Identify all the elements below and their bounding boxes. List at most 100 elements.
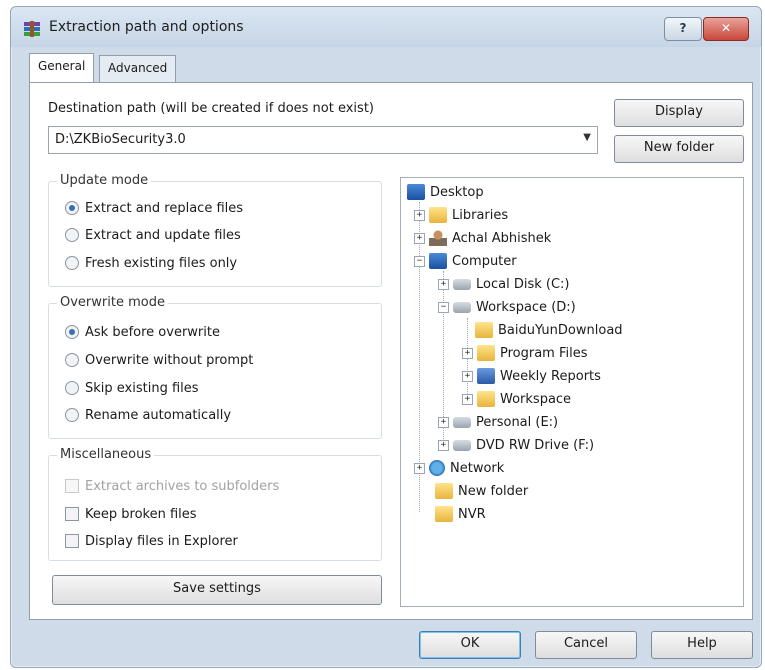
miscellaneous-group: Miscellaneous Extract archives to subfol…	[48, 447, 382, 561]
save-settings-button[interactable]: Save settings	[52, 575, 382, 605]
checkbox-disabled	[65, 479, 79, 493]
title-help-button[interactable]: ?	[664, 17, 702, 41]
update-option-replace[interactable]: Extract and replace files	[65, 198, 243, 218]
overwrite-option-rename[interactable]: Rename automatically	[65, 405, 231, 425]
folder-tree[interactable]: Desktop + Libraries + Achal Abhishek − Comp…	[400, 177, 744, 607]
update-mode-title: Update mode	[57, 173, 152, 188]
general-tab-panel: Destination path (will be created if doe…	[29, 82, 753, 620]
radio-selected[interactable]	[65, 201, 79, 215]
radio[interactable]	[65, 228, 79, 242]
tree-node-workspace-folder[interactable]: + Workspace	[462, 389, 571, 409]
overwrite-option-ask[interactable]: Ask before overwrite	[65, 322, 220, 342]
folder-icon	[435, 506, 453, 522]
tree-node-personal-drive[interactable]: + Personal (E:)	[438, 412, 558, 432]
tree-node-program-files[interactable]: + Program Files	[462, 343, 588, 363]
display-button[interactable]: Display	[614, 99, 744, 127]
expand-icon[interactable]: +	[438, 439, 449, 451]
misc-option-label: Extract archives to subfolders	[85, 478, 280, 494]
expand-icon[interactable]: +	[414, 209, 425, 221]
tree-node-workspace-drive[interactable]: − Workspace (D:)	[438, 297, 576, 317]
cancel-button[interactable]: Cancel	[535, 631, 637, 659]
expand-icon[interactable]: +	[462, 347, 473, 359]
expand-icon[interactable]: +	[414, 232, 425, 244]
tree-node-label: Personal (E:)	[476, 414, 559, 430]
misc-option-subfolders: Extract archives to subfolders	[65, 476, 279, 496]
destination-path-label: Destination path (will be created if doe…	[48, 101, 374, 116]
update-option-label: Fresh existing files only	[85, 255, 238, 271]
tree-node-network[interactable]: + Network	[414, 458, 504, 478]
update-option-label: Extract and replace files	[85, 200, 244, 216]
window-title: Extraction path and options	[49, 19, 244, 35]
user-icon	[429, 230, 447, 246]
tree-node-libraries[interactable]: + Libraries	[414, 205, 508, 225]
title-bar[interactable]: Extraction path and options ? ✕	[11, 7, 761, 47]
tree-node-new-folder[interactable]: New folder	[435, 481, 528, 501]
expand-icon[interactable]: +	[438, 416, 449, 428]
radio[interactable]	[65, 256, 79, 270]
destination-path-value: D:\ZKBioSecurity3.0	[55, 132, 186, 147]
update-option-update[interactable]: Extract and update files	[65, 225, 241, 245]
new-folder-button[interactable]: New folder	[614, 135, 744, 163]
folder-icon	[429, 207, 447, 223]
tree-node-label: Computer	[452, 253, 517, 269]
tree-node-local-disk[interactable]: + Local Disk (C:)	[438, 274, 569, 294]
folder-icon	[477, 391, 495, 407]
misc-option-display-explorer[interactable]: Display files in Explorer	[65, 531, 238, 551]
overwrite-option-label: Rename automatically	[85, 407, 232, 423]
radio[interactable]	[65, 353, 79, 367]
radio[interactable]	[65, 381, 79, 395]
destination-path-combo[interactable]: D:\ZKBioSecurity3.0 ▼	[48, 126, 598, 154]
tree-node-desktop[interactable]: Desktop	[407, 182, 484, 202]
overwrite-mode-title: Overwrite mode	[57, 295, 168, 310]
collapse-icon[interactable]: −	[414, 255, 425, 267]
dvd-drive-icon	[453, 439, 471, 451]
ok-button[interactable]: OK	[419, 631, 521, 659]
tree-node-computer[interactable]: − Computer	[414, 251, 517, 271]
overwrite-option-label: Ask before overwrite	[85, 324, 220, 340]
update-option-fresh[interactable]: Fresh existing files only	[65, 253, 237, 273]
overwrite-option-label: Skip existing files	[85, 380, 199, 396]
tree-node-label: Network	[450, 460, 505, 476]
tree-node-label: Desktop	[430, 184, 484, 200]
radio[interactable]	[65, 408, 79, 422]
folder-icon	[477, 345, 495, 361]
help-button[interactable]: Help	[651, 631, 753, 659]
tab-general[interactable]: General	[29, 53, 95, 82]
winrar-app-icon	[24, 21, 40, 37]
update-option-label: Extract and update files	[85, 227, 241, 243]
expand-icon[interactable]: +	[462, 393, 473, 405]
dialog-window: Extraction path and options ? ✕ General …	[10, 6, 762, 668]
expand-icon[interactable]: +	[438, 278, 449, 290]
chevron-down-icon[interactable]: ▼	[583, 132, 591, 143]
tree-node-label: DVD RW Drive (F:)	[476, 437, 595, 453]
folder-icon	[477, 368, 495, 384]
overwrite-option-skip[interactable]: Skip existing files	[65, 378, 199, 398]
collapse-icon[interactable]: −	[438, 301, 449, 313]
misc-option-keep-broken[interactable]: Keep broken files	[65, 504, 197, 524]
tree-node-user[interactable]: + Achal Abhishek	[414, 228, 551, 248]
tree-node-label: Weekly Reports	[500, 368, 601, 384]
drive-icon	[453, 278, 471, 290]
drive-icon	[453, 416, 471, 428]
tree-node-label: Achal Abhishek	[452, 230, 552, 246]
folder-icon	[475, 322, 493, 338]
tree-node-baiduyun[interactable]: BaiduYunDownload	[475, 320, 623, 340]
checkbox[interactable]	[65, 534, 79, 548]
expand-icon[interactable]: +	[414, 462, 425, 474]
tree-node-nvr[interactable]: NVR	[435, 504, 486, 524]
misc-option-label: Display files in Explorer	[85, 533, 238, 549]
checkbox[interactable]	[65, 507, 79, 521]
network-icon	[429, 460, 445, 476]
overwrite-option-label: Overwrite without prompt	[85, 352, 254, 368]
radio-selected[interactable]	[65, 325, 79, 339]
overwrite-option-overwrite[interactable]: Overwrite without prompt	[65, 350, 253, 370]
close-button[interactable]: ✕	[703, 17, 749, 41]
tab-advanced[interactable]: Advanced	[99, 55, 177, 82]
tree-node-dvd-drive[interactable]: + DVD RW Drive (F:)	[438, 435, 594, 455]
tree-node-label: NVR	[458, 506, 486, 522]
tree-node-weekly-reports[interactable]: + Weekly Reports	[462, 366, 601, 386]
overwrite-mode-group: Overwrite mode Ask before overwrite Over…	[48, 295, 382, 439]
tree-node-label: Workspace (D:)	[476, 299, 576, 315]
expand-icon[interactable]: +	[462, 370, 473, 382]
miscellaneous-title: Miscellaneous	[57, 447, 155, 462]
